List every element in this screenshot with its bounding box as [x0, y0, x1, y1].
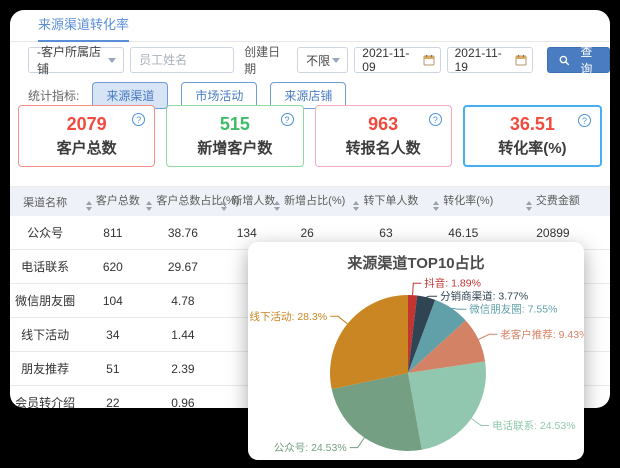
column-label: 转下单人数: [363, 195, 418, 207]
stat-label: 新增客户数: [197, 137, 272, 158]
pie-slice[interactable]: [408, 362, 486, 450]
column-label: 新增人数: [231, 195, 275, 207]
pie-label-line: [426, 296, 437, 297]
search-button[interactable]: 查询: [547, 47, 610, 73]
help-icon[interactable]: ?: [132, 113, 145, 126]
pie-label: 分销商渠道: 3.77%: [440, 290, 528, 303]
pie-label: 抖音: 1.89%: [424, 277, 481, 290]
stat-value: 963: [368, 114, 398, 135]
column-label: 新增占比(%): [284, 195, 345, 207]
pie-chart: 抖音: 1.89%分销商渠道: 3.77%微信朋友圈: 7.55% 老客户推荐: …: [248, 242, 584, 460]
help-icon[interactable]: ?: [281, 113, 294, 126]
column-header-4[interactable]: 新增人数: [220, 187, 273, 216]
sort-icon[interactable]: [146, 201, 152, 211]
tab-bar: 来源渠道转化率: [10, 10, 610, 42]
table-cell: 29.67: [145, 250, 220, 284]
shop-select[interactable]: -客户所属店铺: [28, 47, 124, 73]
pie-label-line: [330, 316, 347, 324]
indicator-label: 统计指标:: [28, 87, 79, 104]
table-cell: 线下活动: [10, 318, 80, 352]
pie-label: 微信朋友圈: 7.55%: [469, 303, 557, 316]
end-date-value: 2021-11-19: [455, 46, 515, 74]
pie-label-line: [452, 308, 467, 309]
table-cell: 34: [80, 318, 145, 352]
column-label: 客户总数: [96, 195, 140, 207]
pie-label: 电话联系: 24.53%: [492, 419, 575, 432]
search-icon: [559, 55, 570, 66]
table-cell: 微信朋友圈: [10, 284, 80, 318]
pie-label: 老客户推荐: 9.43%: [500, 328, 584, 341]
table-cell: 2.39: [145, 352, 220, 386]
table-cell: 会员转介绍: [10, 386, 80, 409]
chevron-down-icon: [108, 58, 116, 63]
chevron-down-icon: [332, 58, 340, 63]
column-header-7[interactable]: 转化率(%): [431, 187, 496, 216]
pie-label-line: [413, 283, 422, 295]
stat-value: 36.51: [510, 114, 555, 135]
search-button-label: 查询: [575, 43, 598, 77]
table-cell: 电话联系: [10, 250, 80, 284]
stat-value: 515: [220, 114, 250, 135]
column-header-1[interactable]: 渠道名称: [10, 187, 80, 216]
table-cell: 朋友推荐: [10, 352, 80, 386]
sort-icon[interactable]: [526, 201, 532, 211]
table-cell: 104: [80, 284, 145, 318]
stat-card-conversion-rate: 36.51 转化率(%) ?: [463, 105, 602, 167]
column-header-8[interactable]: 交费金额: [496, 187, 610, 216]
column-header-6[interactable]: 转下单人数: [341, 187, 431, 216]
help-icon[interactable]: ?: [578, 114, 591, 127]
pie-label: 公众号: 24.53%: [274, 442, 347, 454]
column-header-5[interactable]: 新增占比(%): [273, 187, 341, 216]
start-date-input[interactable]: 2021-11-09: [354, 47, 440, 73]
calendar-icon: [515, 54, 527, 66]
help-icon[interactable]: ?: [429, 113, 442, 126]
table-cell: 1.44: [145, 318, 220, 352]
stat-cards: 2079 客户总数 ? 515 新增客户数 ? 963 转报名人数 ? 36.5…: [18, 105, 602, 167]
table-cell: 38.76: [145, 216, 220, 250]
sort-icon[interactable]: [433, 201, 439, 211]
calendar-icon: [423, 54, 435, 66]
stat-label: 转报名人数: [346, 137, 421, 158]
sort-icon[interactable]: [353, 201, 359, 211]
tab-source-channel-conversion[interactable]: 来源渠道转化率: [38, 14, 129, 42]
pie-label-line: [350, 438, 365, 448]
table-cell: 22: [80, 386, 145, 409]
column-header-3[interactable]: 客户总数占比(%): [145, 187, 220, 216]
create-date-label: 创建日期: [244, 43, 291, 77]
date-range-value: 不限: [306, 52, 330, 69]
stat-card-new-customers: 515 新增客户数 ?: [166, 105, 303, 167]
column-label: 转化率(%): [443, 195, 493, 207]
table-header-row: 渠道名称 客户总数客户总数占比(%) 新增人数新增占比(%) 转下单人数 转化率(%) 交…: [10, 187, 610, 216]
stat-card-converted-signups: 963 转报名人数 ?: [315, 105, 452, 167]
shop-select-value: -客户所属店铺: [37, 43, 108, 77]
table-cell: 811: [80, 216, 145, 250]
chart-title: 来源渠道TOP10占比: [248, 252, 584, 273]
staff-name-input[interactable]: [130, 47, 234, 73]
table-cell: 620: [80, 250, 145, 284]
end-date-input[interactable]: 2021-11-19: [447, 47, 533, 73]
table-cell: 51: [80, 352, 145, 386]
start-date-value: 2021-11-09: [362, 46, 422, 74]
pie-label: 线下活动: 28.3%: [249, 310, 327, 323]
sort-icon[interactable]: [221, 201, 227, 211]
column-label: 交费金额: [536, 195, 580, 207]
stat-label: 客户总数: [57, 137, 117, 158]
filter-row: -客户所属店铺 创建日期 不限 2021-11-09 2021-11-19: [28, 47, 610, 73]
pie-label-line: [471, 419, 489, 426]
date-range-select[interactable]: 不限: [297, 47, 348, 73]
sort-icon[interactable]: [274, 201, 280, 211]
chart-card: 抖音: 1.89%分销商渠道: 3.77%微信朋友圈: 7.55% 老客户推荐: …: [248, 242, 584, 460]
pie-slice[interactable]: [330, 295, 408, 389]
stat-label: 转化率(%): [498, 137, 566, 158]
stat-value: 2079: [67, 114, 107, 135]
stat-card-total-customers: 2079 客户总数 ?: [18, 105, 155, 167]
table-cell: 0.96: [145, 386, 220, 409]
table-cell: 公众号: [10, 216, 80, 250]
column-label: 渠道名称: [23, 197, 67, 209]
table-cell: 4.78: [145, 284, 220, 318]
pie-label-line: [478, 334, 497, 339]
sort-icon[interactable]: [86, 201, 92, 211]
column-header-2[interactable]: 客户总数: [80, 187, 145, 216]
